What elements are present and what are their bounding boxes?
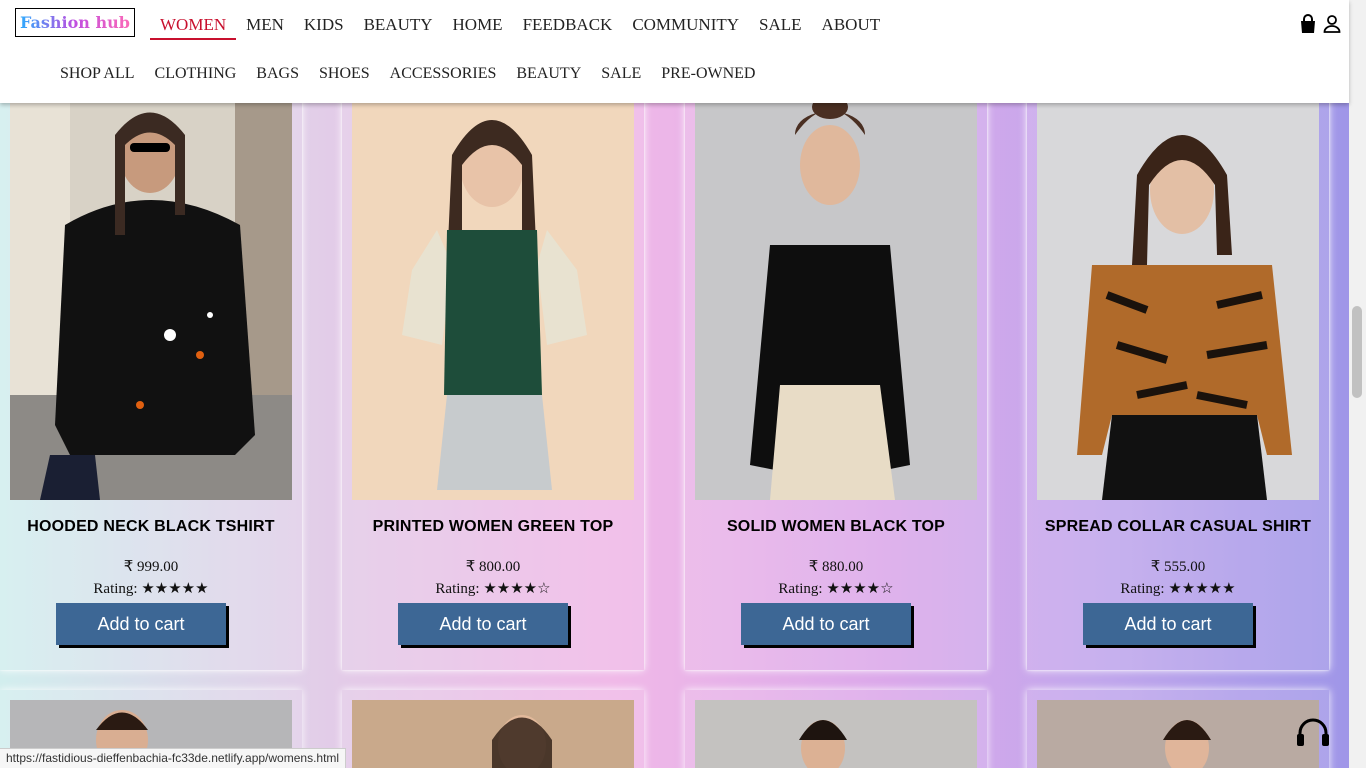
nav-men[interactable]: MEN <box>236 15 294 40</box>
product-price: ₹ 999.00 <box>123 559 179 575</box>
product-title[interactable]: HOODED NECK BLACK TSHIRT <box>0 518 302 536</box>
subnav-shop-all[interactable]: SHOP ALL <box>50 64 145 84</box>
nav-women[interactable]: WOMEN <box>150 15 237 40</box>
user-icon[interactable] <box>1323 14 1341 34</box>
product-image[interactable] <box>1037 700 1319 768</box>
subnav-beauty[interactable]: BEAUTY <box>506 64 591 84</box>
subnav-shoes[interactable]: SHOES <box>309 64 380 84</box>
product-card: PRINTED WOMEN GREEN TOP ₹ 800.00 Rating:… <box>342 85 644 670</box>
subnav-bags[interactable]: BAGS <box>246 64 309 84</box>
product-rating: Rating: ★★★★★ <box>1120 581 1236 597</box>
browser-status-url: https://fastidious-dieffenbachia-fc33de.… <box>0 748 347 768</box>
product-card: SPREAD COLLAR CASUAL SHIRT ₹ 555.00 Rati… <box>1027 85 1329 670</box>
product-price: ₹ 800.00 <box>465 559 521 575</box>
headset-icon[interactable] <box>1296 718 1330 748</box>
product-image[interactable] <box>352 700 634 768</box>
product-image-hoodie[interactable] <box>10 95 292 500</box>
nav-beauty[interactable]: BEAUTY <box>354 15 443 40</box>
add-to-cart-button[interactable]: Add to cart <box>398 603 568 645</box>
nav-home[interactable]: HOME <box>443 15 513 40</box>
subnav-clothing[interactable]: CLOTHING <box>145 64 247 84</box>
shopping-bag-icon[interactable] <box>1299 14 1317 34</box>
product-title[interactable]: SOLID WOMEN BLACK TOP <box>685 518 987 536</box>
product-card: SOLID WOMEN BLACK TOP ₹ 880.00 Rating: ★… <box>685 85 987 670</box>
product-title[interactable]: PRINTED WOMEN GREEN TOP <box>342 518 644 536</box>
product-rating: Rating: ★★★★☆ <box>778 581 894 597</box>
product-image[interactable] <box>695 700 977 768</box>
nav-community[interactable]: COMMUNITY <box>622 15 749 40</box>
scrollbar-thumb[interactable] <box>1352 306 1362 398</box>
product-price: ₹ 555.00 <box>1150 559 1206 575</box>
nav-about[interactable]: ABOUT <box>812 15 891 40</box>
product-card <box>1027 690 1329 768</box>
product-price: ₹ 880.00 <box>808 559 864 575</box>
product-image-green-top[interactable] <box>352 95 634 500</box>
nav-feedback[interactable]: FEEDBACK <box>513 15 623 40</box>
nav-kids[interactable]: KIDS <box>294 15 354 40</box>
subnav-sale[interactable]: SALE <box>591 64 651 84</box>
primary-nav: WOMEN MEN KIDS BEAUTY HOME FEEDBACK COMM… <box>150 15 890 40</box>
product-rating: Rating: ★★★★★ <box>93 581 209 597</box>
add-to-cart-button[interactable]: Add to cart <box>56 603 226 645</box>
add-to-cart-button[interactable]: Add to cart <box>741 603 911 645</box>
product-title[interactable]: SPREAD COLLAR CASUAL SHIRT <box>1027 518 1329 536</box>
brand-logo[interactable]: Fashion hub <box>15 8 135 37</box>
product-rating: Rating: ★★★★☆ <box>435 581 551 597</box>
nav-sale[interactable]: SALE <box>749 15 812 40</box>
subnav-accessories[interactable]: ACCESSORIES <box>380 64 507 84</box>
site-header: Fashion hub WOMEN MEN KIDS BEAUTY HOME F… <box>0 0 1349 103</box>
add-to-cart-button[interactable]: Add to cart <box>1083 603 1253 645</box>
product-card <box>685 690 987 768</box>
product-image-tiger-shirt[interactable] <box>1037 95 1319 500</box>
secondary-nav: SHOP ALL CLOTHING BAGS SHOES ACCESSORIES… <box>50 64 765 84</box>
product-image-black-top[interactable] <box>695 95 977 500</box>
product-card <box>342 690 644 768</box>
product-card: HOODED NECK BLACK TSHIRT ₹ 999.00 Rating… <box>0 85 302 670</box>
subnav-pre-owned[interactable]: PRE-OWNED <box>651 64 765 84</box>
